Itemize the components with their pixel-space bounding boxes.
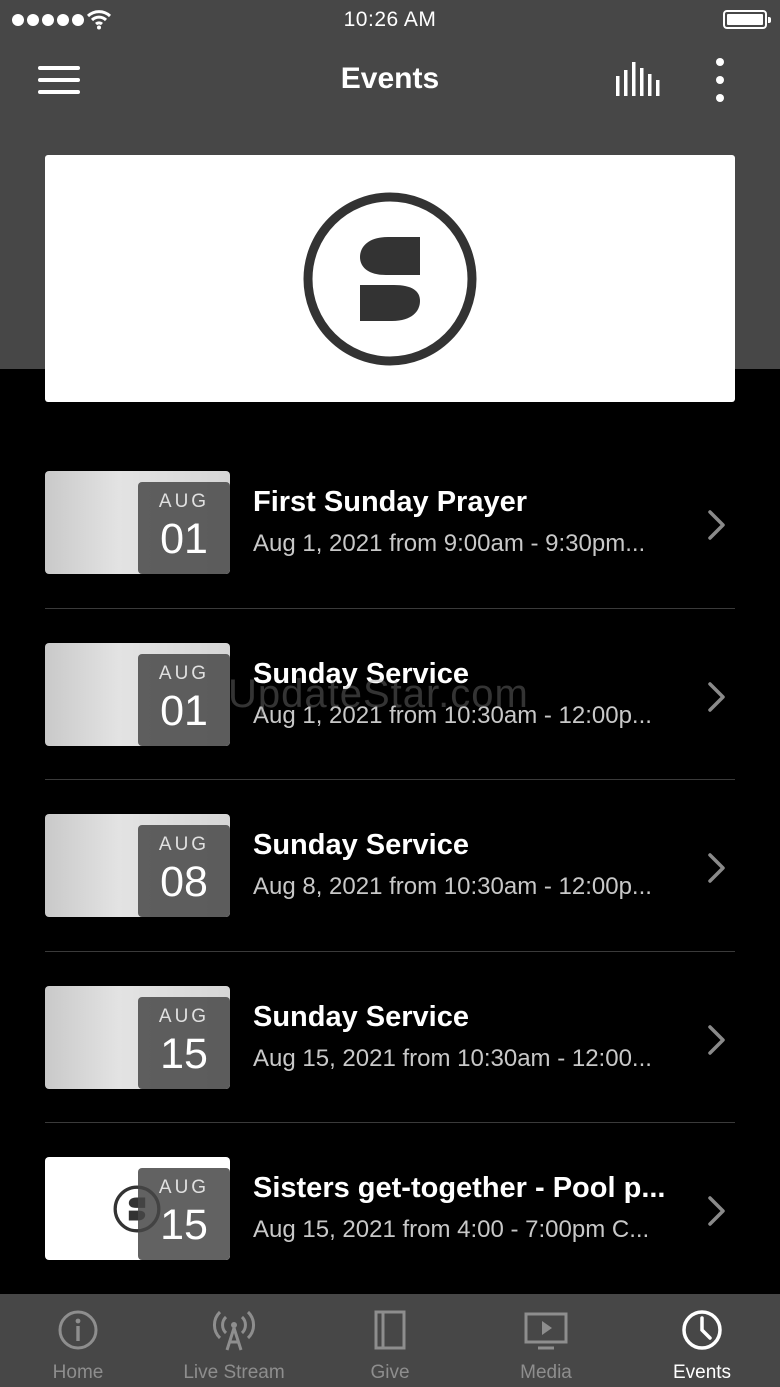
- audio-bars-icon[interactable]: [614, 62, 662, 98]
- event-list-item[interactable]: AUG 08 Sunday Service Aug 8, 2021 from 10:3…: [45, 780, 735, 952]
- clock-icon: [680, 1308, 724, 1352]
- page-title: Events: [340, 62, 440, 95]
- event-day: 01: [160, 686, 208, 735]
- event-datetime: Aug 15, 2021 from 10:30am - 12:00...: [253, 1044, 652, 1072]
- broadcast-icon: [212, 1308, 256, 1352]
- chevron-right-icon: [708, 681, 725, 712]
- event-title: Sisters get-together - Pool p...: [253, 1172, 666, 1204]
- tab-events[interactable]: Events: [624, 1294, 780, 1387]
- chevron-right-icon: [708, 1196, 725, 1226]
- event-datetime: Aug 8, 2021 from 10:30am - 12:00p...: [253, 873, 652, 900]
- tab-label: Media: [520, 1362, 572, 1383]
- event-thumbnail: AUG 01: [45, 642, 230, 746]
- event-day: 15: [160, 1201, 208, 1249]
- church-logo-icon: [303, 192, 477, 365]
- event-title: Sunday Service: [253, 657, 469, 690]
- event-day: 01: [160, 515, 208, 563]
- info-icon: [56, 1308, 100, 1352]
- battery-icon: [723, 10, 771, 29]
- tab-give[interactable]: Give: [312, 1294, 468, 1387]
- navigation-bar: Events: [0, 48, 780, 112]
- tab-bar: Home Live Stream Give Media Events: [0, 1294, 780, 1387]
- chevron-right-icon: [708, 853, 725, 883]
- event-date-badge: AUG 08: [138, 825, 230, 917]
- book-icon: [368, 1308, 412, 1352]
- event-datetime: Aug 1, 2021 from 9:00am - 9:30pm...: [253, 530, 646, 557]
- event-title: Sunday Service: [253, 1000, 469, 1033]
- tab-label: Live Stream: [183, 1362, 285, 1383]
- event-datetime: Aug 15, 2021 from 4:00 - 7:00pm C...: [253, 1216, 650, 1243]
- event-list-item[interactable]: AUG 15 Sisters get-together - Pool p... Aug…: [45, 1123, 735, 1295]
- chevron-right-icon: [708, 510, 725, 540]
- event-thumbnail: AUG 15: [45, 1157, 230, 1260]
- tab-media[interactable]: Media: [468, 1294, 624, 1387]
- more-options-button[interactable]: [706, 58, 734, 102]
- event-month: AUG: [158, 1177, 210, 1198]
- event-title: First Sunday Prayer: [253, 486, 527, 518]
- event-date-badge: AUG 15: [138, 996, 230, 1089]
- event-datetime: Aug 1, 2021 from 10:30am - 12:00p...: [253, 701, 652, 729]
- event-day: 08: [160, 858, 208, 906]
- status-time: 10:26 AM: [343, 8, 437, 31]
- event-date-badge: AUG 01: [138, 482, 230, 574]
- event-thumbnail: AUG 01: [45, 471, 230, 574]
- tab-home[interactable]: Home: [0, 1294, 156, 1387]
- event-month: AUG: [158, 491, 210, 512]
- tab-live-stream[interactable]: Live Stream: [156, 1294, 312, 1387]
- tab-label: Home: [52, 1362, 104, 1383]
- chevron-right-icon: [708, 1024, 725, 1055]
- tv-play-icon: [524, 1308, 568, 1352]
- event-thumbnail: AUG 15: [45, 985, 230, 1089]
- church-logo-banner: [45, 155, 735, 402]
- event-title: Sunday Service: [253, 829, 469, 861]
- tab-label: Give: [370, 1362, 410, 1383]
- event-month: AUG: [158, 1005, 210, 1027]
- event-day: 15: [160, 1029, 208, 1078]
- event-list: AUG 01 First Sunday Prayer Aug 1, 2021 from…: [45, 437, 735, 1295]
- event-thumbnail: AUG 08: [45, 814, 230, 917]
- event-month: AUG: [158, 834, 210, 855]
- event-date-badge: AUG 01: [138, 653, 230, 746]
- tab-label: Events: [672, 1362, 732, 1383]
- event-list-item[interactable]: AUG 01 Sunday Service Aug 1, 2021 from 10:3…: [45, 609, 735, 780]
- event-list-item[interactable]: AUG 01 First Sunday Prayer Aug 1, 2021 from…: [45, 437, 735, 609]
- event-month: AUG: [158, 662, 210, 684]
- status-bar: 10:26 AM: [0, 0, 780, 40]
- event-list-item[interactable]: AUG 15 Sunday Service Aug 15, 2021 from 10:…: [45, 952, 735, 1123]
- event-date-badge: AUG 15: [138, 1168, 230, 1260]
